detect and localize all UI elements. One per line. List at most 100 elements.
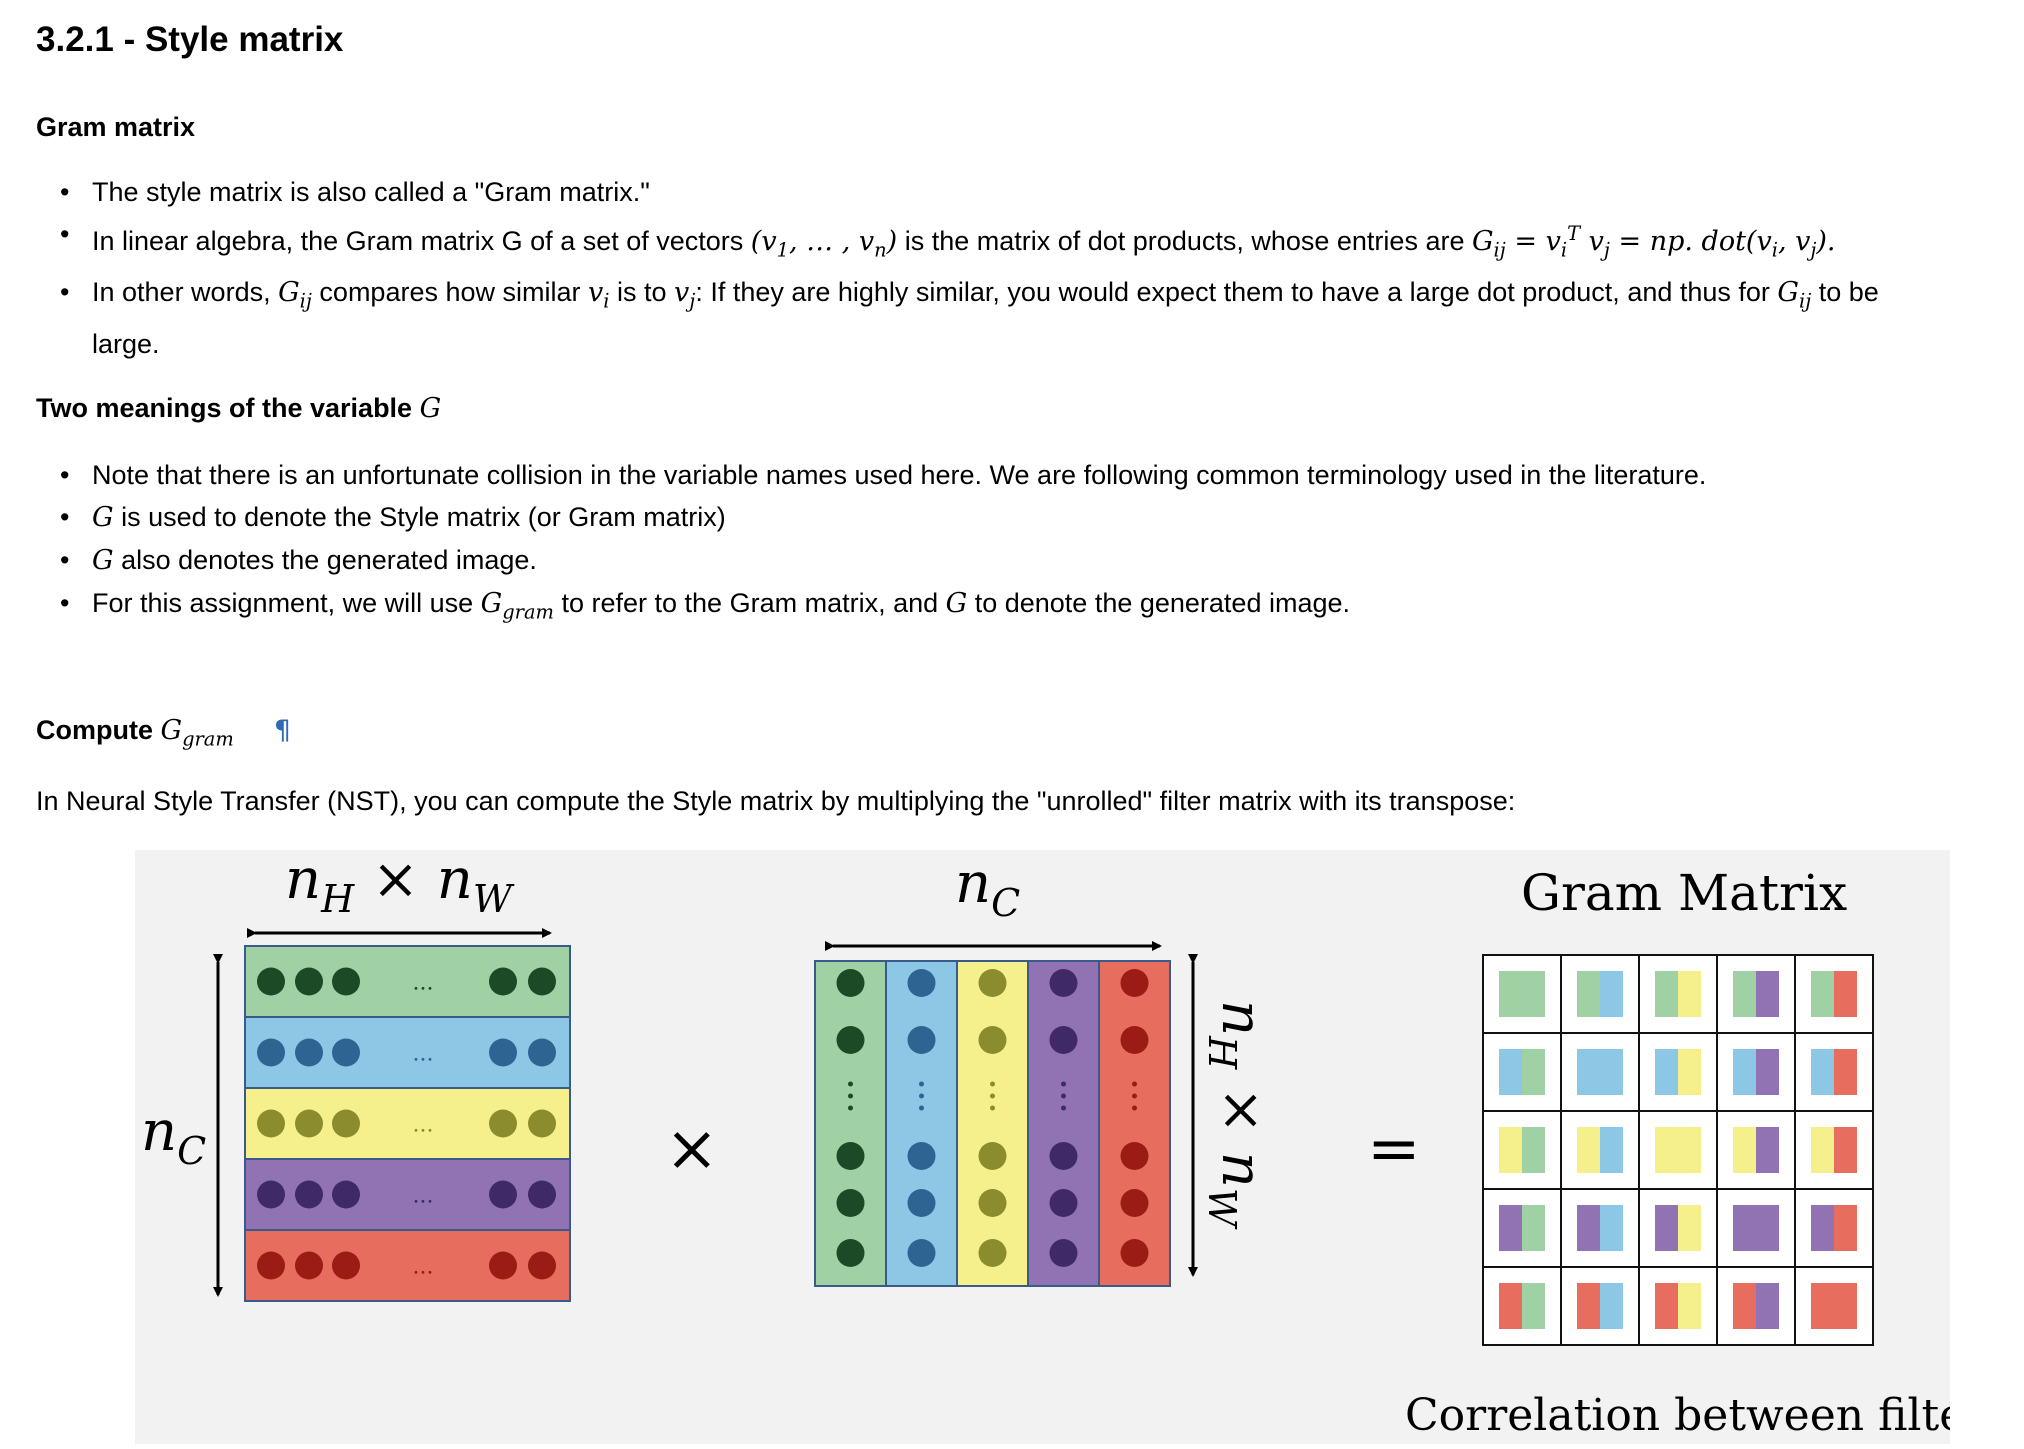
gram-swatch-blue [1600, 1127, 1623, 1173]
mid-col-red [1098, 960, 1171, 1287]
gram-swatch-blue [1811, 1049, 1834, 1095]
gram-swatch-red [1834, 1127, 1857, 1173]
section-title: 3.2.1 - Style matrix [36, 20, 344, 59]
times-sign: × [665, 1112, 719, 1186]
gram-swatch-purple [1756, 1127, 1779, 1173]
mid-vellipsis-red [1132, 1093, 1137, 1099]
left-row-yellow [244, 1087, 571, 1160]
left-dot-yellow [489, 1109, 517, 1138]
unrolled-filter-matrix: ............... [244, 945, 571, 1302]
mid-dot-blue [907, 1189, 936, 1217]
left-dot-purple [528, 1180, 556, 1209]
mid-dot-purple [1049, 969, 1078, 997]
mid-vellipsis-green [848, 1105, 853, 1111]
gram-swatch-red [1834, 971, 1857, 1017]
gram-caption: Correlation between filters [1405, 1390, 1950, 1441]
gram-swatch-blue [1655, 1049, 1678, 1095]
gram-swatch-purple [1655, 1205, 1678, 1251]
left-dot-green [295, 967, 323, 996]
left-dot-yellow [295, 1109, 323, 1138]
mid-dot-red [1120, 1189, 1149, 1217]
gram-swatch-purple [1756, 971, 1779, 1017]
compute-heading: Compute Ggram ¶ [36, 715, 292, 751]
left-dot-blue [489, 1038, 517, 1067]
mid-dot-yellow [978, 1239, 1007, 1267]
left-dot-purple [257, 1180, 285, 1209]
gram-swatch-purple [1756, 1283, 1779, 1329]
left-dot-purple [489, 1180, 517, 1209]
left-ellipsis-green: ... [413, 971, 434, 996]
equals-sign: = [1367, 1112, 1421, 1186]
gram-swatch-purple [1756, 1049, 1779, 1095]
left-dot-blue [332, 1038, 360, 1067]
mid-dot-purple [1049, 1026, 1078, 1054]
left-dot-yellow [528, 1109, 556, 1138]
gram-swatch-purple [1811, 1205, 1834, 1251]
gram-swatch-yellow [1733, 1127, 1756, 1173]
gram-swatch-red [1655, 1283, 1678, 1329]
gram-swatch-yellow [1577, 1127, 1600, 1173]
left-dot-blue [257, 1038, 285, 1067]
left-dot-green [332, 967, 360, 996]
gram-swatch-blue [1600, 1205, 1623, 1251]
gram-bullet-2: In linear algebra, the Gram matrix G of … [36, 213, 2011, 271]
mid-dot-red [1120, 1142, 1149, 1170]
gram-swatch-green [1522, 1283, 1545, 1329]
mid-dot-green [836, 1026, 865, 1054]
gram-swatch-green [1733, 971, 1756, 1017]
gram-swatch-red [1577, 1283, 1600, 1329]
mid-dot-purple [1049, 1142, 1078, 1170]
left-dot-green [528, 967, 556, 996]
anchor-link[interactable]: ¶ [274, 715, 291, 746]
two-meanings-bullets: Note that there is an unfortunate collis… [36, 454, 2011, 633]
mid-dot-yellow [978, 969, 1007, 997]
gram-swatch-red [1733, 1283, 1756, 1329]
mid-dot-green [836, 1142, 865, 1170]
left-dot-red [332, 1251, 360, 1280]
mid-vellipsis-purple [1061, 1105, 1066, 1111]
gram-swatch-purple [1733, 1205, 1779, 1251]
mid-dot-green [836, 969, 865, 997]
mid-col-green [814, 960, 887, 1287]
gram-swatch-yellow [1678, 1283, 1701, 1329]
left-dot-red [257, 1251, 285, 1280]
mid-dot-blue [907, 1239, 936, 1267]
gram-swatch-yellow [1499, 1127, 1522, 1173]
gram-swatch-red [1834, 1205, 1857, 1251]
gram-swatch-yellow [1655, 1127, 1701, 1173]
gram-swatch-blue [1577, 1049, 1623, 1095]
mid-dot-blue [907, 1026, 936, 1054]
left-dot-green [489, 967, 517, 996]
mid-dot-yellow [978, 1189, 1007, 1217]
gram-swatch-green [1522, 1127, 1545, 1173]
transposed-filter-matrix [814, 960, 1171, 1287]
left-row-green [244, 945, 571, 1018]
vector-set-math: (v1, … , vn) [750, 226, 898, 262]
mid-vellipsis-green [848, 1081, 853, 1087]
gram-bullets: The style matrix is also called a "Gram … [36, 171, 2011, 365]
left-dot-red [295, 1251, 323, 1280]
left-dot-purple [332, 1180, 360, 1209]
gram-swatch-blue [1733, 1049, 1756, 1095]
left-row-purple [244, 1158, 571, 1231]
mid-width-label: nC [955, 851, 1020, 925]
meaning-bullet-1: Note that there is an unfortunate collis… [36, 454, 2011, 496]
two-meanings-heading: Two meanings of the variable G [36, 393, 442, 424]
mid-dot-yellow [978, 1142, 1007, 1170]
mid-vellipsis-purple [1061, 1093, 1066, 1099]
left-height-label: nC [141, 1099, 206, 1173]
gram-swatch-green [1499, 971, 1545, 1017]
gram-matrix-title: Gram Matrix [1521, 864, 1847, 922]
gram-matrix-grid [1482, 954, 1874, 1346]
left-ellipsis-blue: ... [413, 1042, 434, 1067]
gram-swatch-yellow [1811, 1127, 1834, 1173]
gram-swatch-red [1499, 1283, 1522, 1329]
left-dot-yellow [257, 1109, 285, 1138]
mid-dot-red [1120, 969, 1149, 997]
gram-diagram: nH × nW nC ............... × nC nH × nW … [141, 847, 2009, 1441]
gram-swatch-red [1811, 1283, 1857, 1329]
mid-vellipsis-purple [1061, 1081, 1066, 1087]
gram-swatch-green [1655, 971, 1678, 1017]
mid-dot-green [836, 1189, 865, 1217]
gram-swatch-green [1811, 971, 1834, 1017]
